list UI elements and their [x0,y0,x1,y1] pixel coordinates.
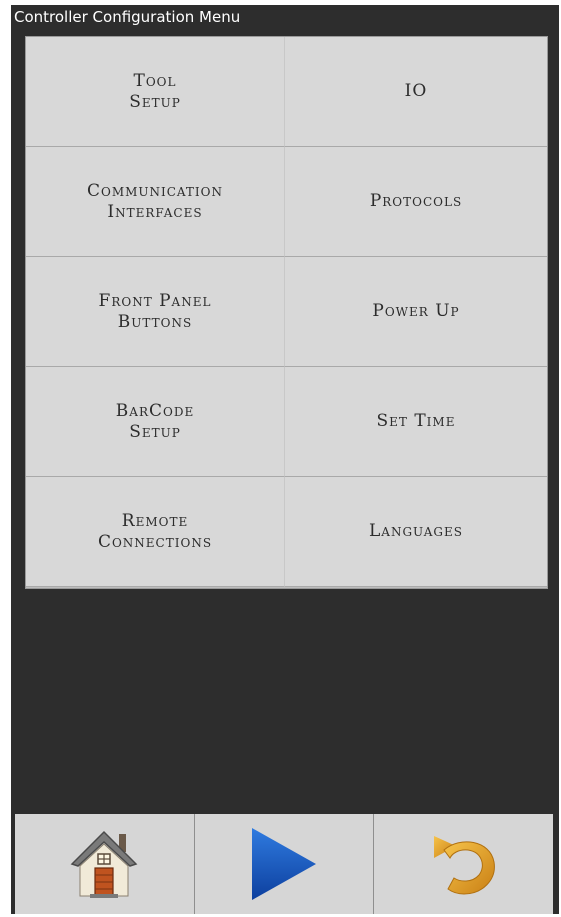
menu-label-line: Interfaces [107,201,203,222]
menu-label-line: Buttons [117,311,193,332]
menu-label-line: Setup [129,91,181,112]
controller-config-window: Controller Configuration Menu Tool Setup… [11,5,559,914]
menu-label-line: Languages [368,521,464,541]
back-button[interactable] [374,814,553,914]
home-button[interactable] [15,814,195,914]
menu-set-time[interactable]: Set Time [285,367,547,477]
menu-io[interactable]: IO [285,37,547,147]
menu-label-line: Front Panel [98,290,212,311]
menu-label-line: Connections [97,531,213,552]
menu-front-panel-buttons[interactable]: Front Panel Buttons [26,257,285,367]
play-icon [252,828,316,900]
menu-label-line: Power Up [372,301,460,321]
home-icon [70,830,138,898]
menu-grid: Tool Setup IO Communication Interfaces P… [25,36,548,589]
menu-label-line: Protocols [369,191,463,211]
menu-label-line: Remote [121,510,189,531]
menu-label-line: Set Time [376,411,456,431]
menu-barcode-setup[interactable]: BarCode Setup [26,367,285,477]
menu-label-line: BarCode [115,400,195,421]
menu-label-line: Tool [133,70,177,91]
menu-label-line: Setup [129,421,181,442]
menu-power-up[interactable]: Power Up [285,257,547,367]
menu-communication-interfaces[interactable]: Communication Interfaces [26,147,285,257]
window-title: Controller Configuration Menu [14,8,241,26]
menu-tool-setup[interactable]: Tool Setup [26,37,285,147]
menu-languages[interactable]: Languages [285,477,547,587]
menu-remote-connections[interactable]: Remote Connections [26,477,285,587]
menu-protocols[interactable]: Protocols [285,147,547,257]
menu-label-line: Communication [86,180,224,201]
undo-icon [433,836,495,895]
menu-label-line: IO [404,81,428,101]
bottom-toolbar [15,814,553,914]
start-button[interactable] [195,814,375,914]
